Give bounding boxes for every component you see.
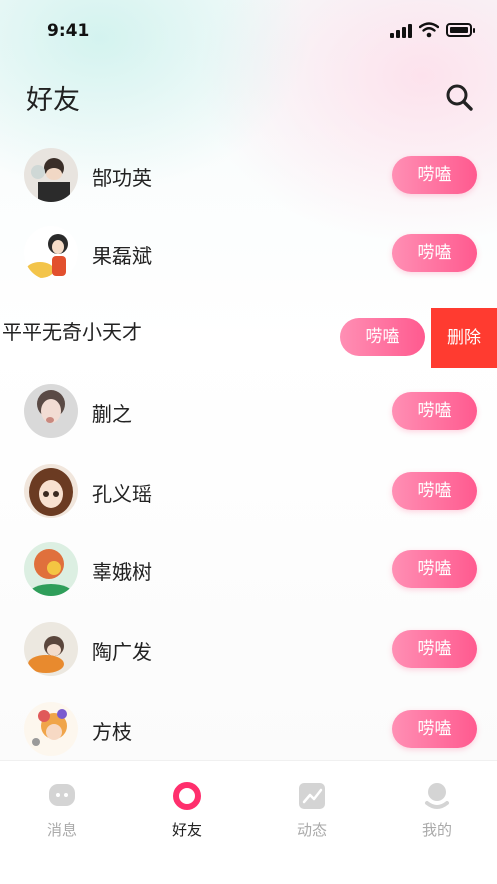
chat-button[interactable]: 唠嗑 [340,318,425,356]
tab-label: 好友 [171,821,202,839]
trend-icon [299,783,325,809]
chat-button[interactable]: 唠嗑 [392,392,477,430]
tab-friends[interactable]: 好友 [147,781,227,840]
avatar [24,622,78,676]
list-item[interactable]: 蒯之 唠嗑 [0,372,497,450]
list-item[interactable]: 方枝 唠嗑 [0,690,497,768]
list-item[interactable]: 郜功英 唠嗑 [0,136,497,214]
friend-name: 蒯之 [92,402,132,426]
friend-name: 陶广发 [92,640,152,664]
list-item[interactable]: 果磊斌 唠嗑 [0,214,497,292]
friend-name: 平平无奇小天才 [2,320,142,344]
profile-icon [425,783,449,809]
chat-button[interactable]: 唠嗑 [392,234,477,272]
friend-name: 孔义瑶 [92,482,152,506]
friends-ring-icon [173,782,201,810]
tab-messages[interactable]: 消息 [22,781,102,840]
tab-label: 消息 [46,821,77,839]
list-item[interactable]: 辜娥树 唠嗑 [0,530,497,608]
status-time: 9:41 [47,21,90,41]
chat-button[interactable]: 唠嗑 [392,472,477,510]
friend-name: 果磊斌 [92,244,152,268]
wifi-icon [419,22,439,38]
tab-moments[interactable]: 动态 [272,781,352,840]
delete-button[interactable]: 删除 [431,308,497,368]
page-title: 好友 [26,85,80,116]
avatar [24,542,78,596]
friend-name: 方枝 [92,720,132,744]
chat-button[interactable]: 唠嗑 [392,710,477,748]
chat-button[interactable]: 唠嗑 [392,630,477,668]
avatar [24,384,78,438]
list-item[interactable]: 陶广发 唠嗑 [0,610,497,688]
search-icon[interactable] [444,82,474,112]
status-bar: 9:41 [0,0,497,60]
cellular-signal-icon [390,24,412,38]
tab-bar: 消息 好友 动态 我的 [0,760,497,884]
tab-label: 动态 [296,821,327,839]
chat-button[interactable]: 唠嗑 [392,156,477,194]
list-item[interactable]: 孔义瑶 唠嗑 [0,452,497,530]
avatar [24,148,78,202]
tab-profile[interactable]: 我的 [397,781,477,840]
avatar [24,464,78,518]
battery-icon [446,23,475,37]
message-icon [49,784,75,806]
tab-label: 我的 [421,821,452,839]
avatar [24,702,78,756]
friend-name: 辜娥树 [92,560,152,584]
friend-name: 郜功英 [92,166,152,190]
avatar [24,226,78,280]
chat-button[interactable]: 唠嗑 [392,550,477,588]
